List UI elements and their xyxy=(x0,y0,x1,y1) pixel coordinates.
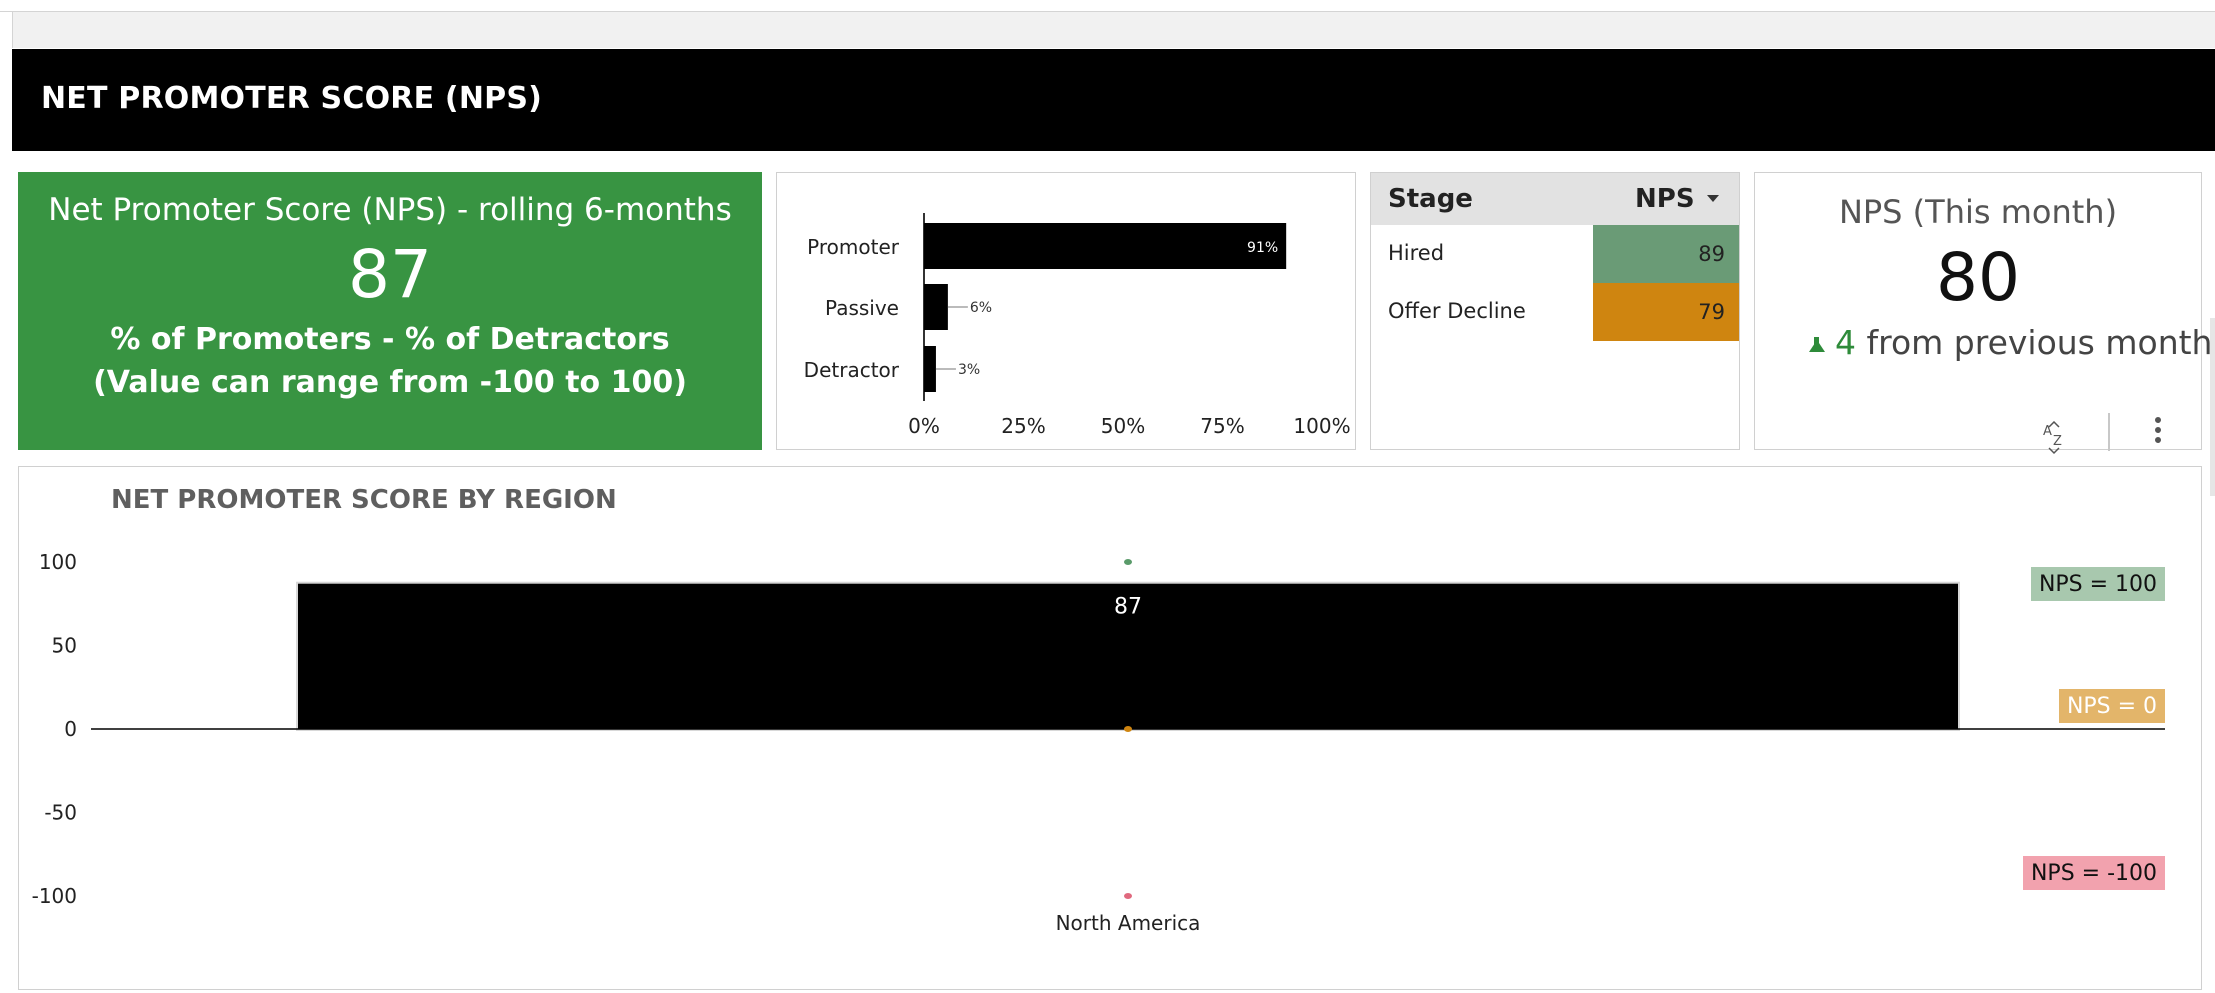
nps-rolling-value: 87 xyxy=(348,236,432,313)
category-label: Passive xyxy=(825,296,899,320)
promoter-bar xyxy=(924,346,936,392)
stage-column-header: Stage xyxy=(1388,184,1473,214)
table-row: Hired 89 xyxy=(1371,225,1739,283)
reference-line-label: NPS = 100 xyxy=(2039,572,2157,597)
table-row: Offer Decline 79 xyxy=(1371,283,1739,341)
sheet-header-strip xyxy=(12,12,2215,48)
stage-nps-table: Stage NPS Hired 89 Offer Decline 79 xyxy=(1370,172,1740,450)
top-strip xyxy=(0,0,2215,12)
y-tick-label: -100 xyxy=(32,884,77,908)
svg-text:Z: Z xyxy=(2053,434,2062,449)
toolbar-divider xyxy=(2108,413,2110,451)
x-tick-label: 0% xyxy=(908,414,940,438)
reference-point xyxy=(1124,893,1132,899)
sort-az-icon[interactable]: A Z xyxy=(2037,421,2071,455)
region-chart-card: NET PROMOTER SCORE BY REGION 100 50 0 -50 -1… xyxy=(18,466,2202,990)
x-category-label: North America xyxy=(1056,911,1201,935)
dashboard-banner: NET PROMOTER SCORE (NPS) xyxy=(12,49,2215,151)
reference-line-label: NPS = -100 xyxy=(2031,861,2157,886)
stage-nps-value: 79 xyxy=(1593,283,1739,341)
promoter-bar xyxy=(924,284,948,330)
nps-change: 4 from previous month xyxy=(1809,323,2212,362)
arrow-stem xyxy=(1814,337,1819,346)
bar-value-label: 6% xyxy=(970,300,992,316)
bar-value-label: 3% xyxy=(958,362,980,378)
reference-point xyxy=(1124,559,1132,565)
dashboard-title: NET PROMOTER SCORE (NPS) xyxy=(41,81,543,116)
reference-line-label: NPS = 0 xyxy=(2067,694,2157,719)
more-vertical-icon[interactable] xyxy=(2155,417,2161,447)
nps-rolling-card: Net Promoter Score (NPS) - rolling 6-mon… xyxy=(18,172,762,450)
y-tick-label: 100 xyxy=(39,550,77,574)
stage-nps-value: 89 xyxy=(1593,225,1739,283)
y-tick-label: 0 xyxy=(64,717,77,741)
nps-formula: % of Promoters - % of Detractors xyxy=(110,322,670,357)
nps-month-card: NPS (This month) 80 4 from previous mont… xyxy=(1754,172,2212,455)
x-tick-label: 100% xyxy=(1293,414,1350,438)
reference-point xyxy=(1124,726,1132,732)
nps-range-note: (Value can range from -100 to 100) xyxy=(93,365,687,400)
stage-name: Offer Decline xyxy=(1388,299,1526,323)
nps-change-value: 4 xyxy=(1835,323,1856,362)
stage-name: Hired xyxy=(1388,241,1445,265)
nps-rolling-title: Net Promoter Score (NPS) - rolling 6-mon… xyxy=(48,192,732,228)
table-header: Stage NPS xyxy=(1371,173,1739,225)
promoter-bar xyxy=(924,223,1287,269)
filter-dropdown-icon[interactable] xyxy=(1707,195,1719,202)
x-tick-label: 25% xyxy=(1001,414,1045,438)
category-label: Promoter xyxy=(807,235,900,259)
y-tick-label: -50 xyxy=(44,801,77,825)
category-label: Detractor xyxy=(804,358,900,382)
x-tick-label: 75% xyxy=(1200,414,1244,438)
x-tick-label: 50% xyxy=(1101,414,1145,438)
nps-column-header[interactable]: NPS xyxy=(1635,184,1695,214)
y-tick-label: 50 xyxy=(52,634,77,658)
bar-value-label: 91% xyxy=(1247,240,1278,256)
nps-month-value: 80 xyxy=(1936,239,2020,316)
region-bar-value: 87 xyxy=(1114,595,1142,620)
nps-month-title: NPS (This month) xyxy=(1838,193,2118,231)
region-chart-svg: 100 50 0 -50 -100 87 NPS = 100 NPS = 0 NPS = -10… xyxy=(32,550,2165,935)
nps-change-text: from previous month xyxy=(1866,323,2213,362)
promoter-bar-svg: Promoter 91% Passive 6% Detractor 3% 0% 25% 50% 7… xyxy=(804,213,1351,438)
promoter-breakdown-chart: Promoter 91% Passive 6% Detractor 3% 0% 25% 50% 7… xyxy=(776,172,1356,450)
